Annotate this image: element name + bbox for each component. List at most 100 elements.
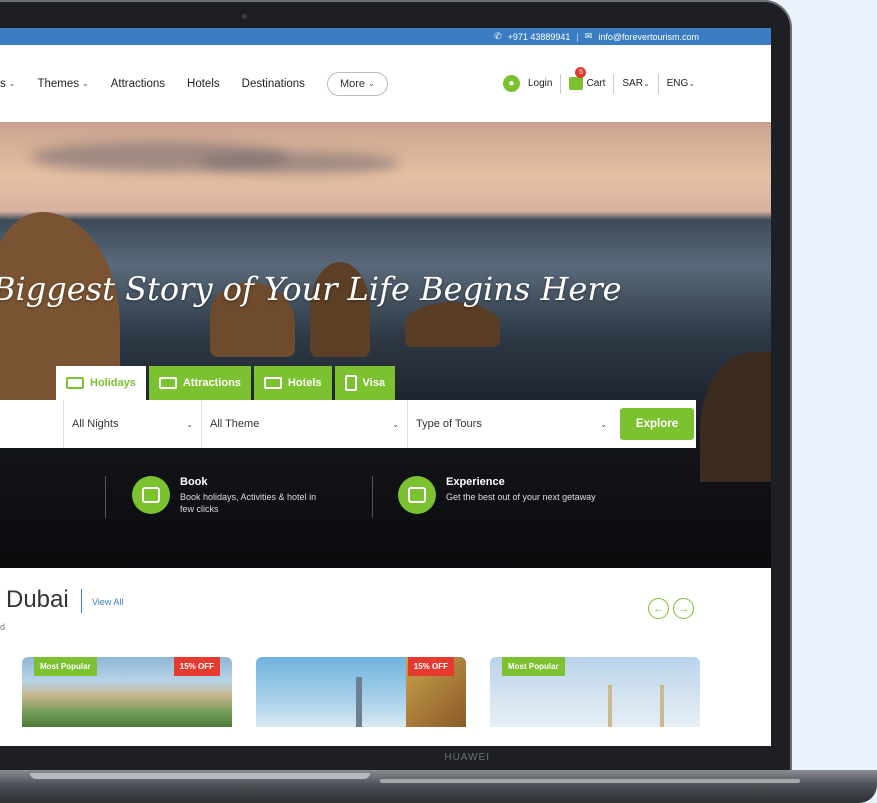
rock-shape [405, 302, 500, 347]
tour-card[interactable]: 15% OFF [256, 657, 466, 727]
cloud-shape [200, 152, 400, 174]
nights-value: All Nights [72, 418, 119, 430]
base-foot [380, 779, 800, 783]
tab-visa[interactable]: Visa [334, 366, 395, 400]
topbar-separator: | [576, 31, 579, 42]
view-all-link[interactable]: View All [92, 597, 123, 607]
tour-card[interactable]: Most Popular 15% OFF [22, 657, 232, 727]
currency-select[interactable]: SAR⌄ [622, 78, 649, 89]
laptop-base [0, 770, 877, 803]
bed-icon [263, 377, 282, 389]
divider [560, 73, 562, 94]
tab-label: Hotels [287, 377, 322, 389]
base-notch [30, 773, 370, 779]
language-label: ENG [666, 78, 689, 89]
chevron-down-icon: ⌄ [688, 79, 696, 88]
destination-select[interactable] [0, 400, 64, 448]
chevron-down-icon: ⌄ [642, 79, 650, 88]
tab-label: Visa [362, 377, 385, 389]
divider [657, 73, 659, 94]
cart-count-badge: 5 [575, 67, 587, 78]
hero-headline: Biggest Story of Your Life Begins Here [0, 270, 622, 308]
feature-book: Book Book holidays, Activities & hotel i… [132, 476, 330, 515]
feature-desc: Get the best out of your next getaway [446, 492, 596, 502]
more-button[interactable]: More ⌄ [326, 71, 388, 96]
nav-item-attractions[interactable]: Attractions [111, 78, 165, 90]
top-contact-bar: ✆ +971 43889941 | ✉ info@forevertourism.… [0, 28, 771, 45]
search-bar: All Nights ⌄ All Theme ⌄ Type of Tours ⌄ Ex… [0, 400, 696, 448]
screen: ✆ +971 43889941 | ✉ info@forevertourism.… [0, 28, 771, 746]
section-subtitle: d [0, 622, 6, 632]
popular-badge: Most Popular [502, 657, 565, 676]
tower-shape [356, 677, 362, 727]
travelers-icon [398, 476, 436, 514]
tab-label: Attractions [182, 377, 241, 389]
holiday-icon [66, 377, 84, 389]
mail-icon: ✉ [584, 31, 593, 41]
ferris-wheel-icon [158, 377, 177, 389]
phone-icon: ✆ [494, 31, 502, 41]
main-nav: s ⌄ Themes ⌄ Attractions Hotels Destinatio… [0, 45, 771, 122]
discount-badge: 15% OFF [407, 657, 454, 676]
prev-arrow-icon[interactable]: ← [648, 598, 669, 619]
chevron-down-icon: ⌄ [186, 419, 193, 429]
chevron-down-icon: ⌄ [8, 79, 16, 88]
passport-icon [344, 375, 357, 391]
nav-item-label: s [0, 77, 6, 90]
tab-attractions[interactable]: Attractions [148, 366, 251, 400]
chevron-down-icon: ⌄ [600, 419, 607, 429]
feature-strip: Book Book holidays, Activities & hotel i… [0, 462, 771, 562]
chevron-down-icon: ⌄ [82, 79, 89, 88]
device-brand: HUAWEI [444, 752, 490, 763]
phone-number[interactable]: +971 43889941 [508, 32, 571, 42]
tour-card[interactable]: Most Popular [490, 657, 700, 727]
title-divider [81, 589, 82, 613]
nav-menu: s ⌄ Themes ⌄ Attractions Hotels Destinatio… [0, 71, 388, 96]
user-icon: ● [503, 75, 520, 92]
discount-badge: 15% OFF [173, 657, 220, 676]
cart-label: Cart [586, 78, 606, 89]
popular-badge: Most Popular [34, 657, 97, 676]
tab-holidays[interactable]: Holidays [56, 366, 146, 400]
more-label: More [339, 77, 365, 90]
nights-select[interactable]: All Nights ⌄ [64, 400, 202, 448]
booking-icon [132, 476, 170, 514]
section-title: Dubai [6, 586, 69, 613]
minaret-shape [608, 685, 612, 727]
laptop-bezel: HUAWEI [0, 746, 771, 770]
divider [613, 73, 615, 94]
language-select[interactable]: ENG⌄ [667, 78, 695, 89]
theme-value: All Theme [210, 418, 260, 430]
carousel-arrows: ← → [648, 598, 694, 619]
nav-item-themes[interactable]: Themes ⌄ [37, 78, 88, 90]
feature-desc: Book holidays, Activities & hotel in few… [180, 492, 317, 514]
nav-actions: ● Login 5 Cart SAR⌄ ENG⌄ [503, 45, 695, 122]
tab-label: Holidays [90, 377, 136, 389]
nav-item-label: Themes [37, 77, 79, 90]
nav-item-partial[interactable]: s ⌄ [0, 78, 15, 90]
currency-label: SAR [622, 78, 643, 89]
explore-button[interactable]: Explore [620, 408, 694, 440]
chevron-down-icon: ⌄ [392, 419, 399, 429]
hero-banner: Biggest Story of Your Life Begins Here H… [0, 122, 771, 568]
divider [372, 476, 373, 518]
theme-select[interactable]: All Theme ⌄ [202, 400, 408, 448]
search-tabs: Holidays Attractions Hotels Visa [56, 366, 395, 400]
cart-link[interactable]: 5 Cart [569, 67, 606, 90]
email-link[interactable]: info@forevertourism.com [598, 32, 699, 42]
nav-item-hotels[interactable]: Hotels [187, 78, 220, 90]
feature-title: Book [180, 476, 208, 488]
login-link[interactable]: Login [528, 78, 552, 89]
cart-icon [569, 77, 584, 90]
feature-experience: Experience Get the best out of your next… [398, 476, 596, 514]
tour-type-select[interactable]: Type of Tours ⌄ [408, 400, 615, 448]
divider [105, 476, 106, 518]
tour-type-value: Type of Tours [416, 418, 482, 430]
chevron-down-icon: ⌄ [368, 79, 375, 88]
next-arrow-icon[interactable]: → [673, 598, 694, 619]
tab-hotels[interactable]: Hotels [253, 366, 332, 400]
camera-icon [242, 14, 247, 19]
nav-item-destinations[interactable]: Destinations [242, 78, 305, 90]
feature-title: Experience [446, 476, 505, 488]
minaret-shape [660, 685, 664, 727]
